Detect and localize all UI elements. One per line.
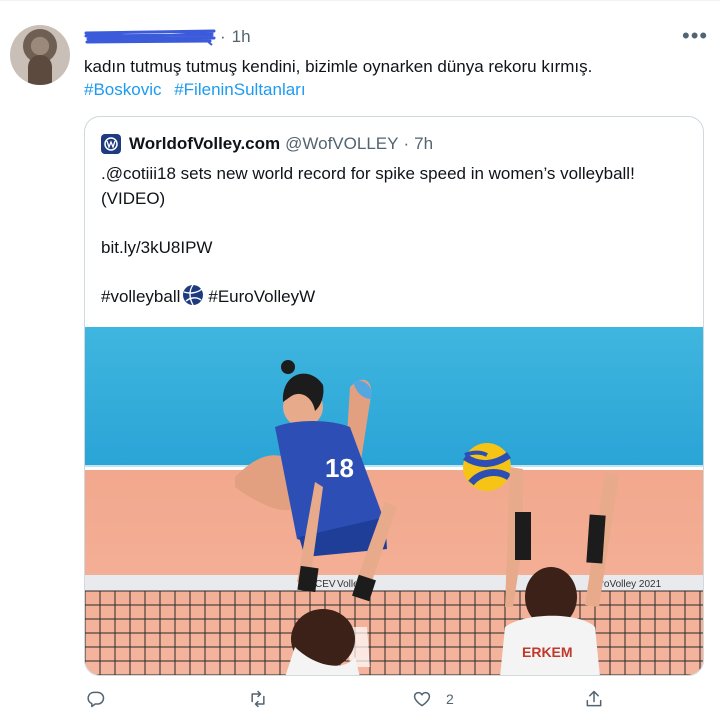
avatar[interactable] — [10, 25, 70, 85]
avatar-figure — [28, 55, 52, 85]
retweet-button[interactable] — [248, 689, 268, 709]
redaction-scribble — [84, 29, 216, 46]
share-button[interactable] — [584, 689, 604, 709]
tweet-header: · 1h — [84, 25, 251, 49]
jersey-number: 18 — [325, 453, 354, 483]
quoted-line: (VIDEO) — [101, 189, 166, 208]
reply-icon — [87, 691, 105, 708]
heart-icon — [413, 691, 431, 707]
like-count: 2 — [446, 691, 454, 707]
more-options-icon[interactable]: ••• — [682, 25, 708, 47]
tweet-text: kadın tutmuş tutmuş kendini, bizimle oyn… — [84, 57, 593, 76]
quoted-time: 7h — [414, 134, 434, 153]
share-icon — [586, 690, 602, 707]
worldofvolley-logo-icon — [101, 134, 121, 154]
arena-stripe — [85, 465, 703, 470]
tweet[interactable]: · 1h ••• kadın tutmuş tutmuş kendini, bi… — [0, 0, 720, 723]
tweet-actions: 2 — [0, 689, 720, 719]
banner-text-left: CEV — [315, 579, 336, 590]
quoted-tags: #volleyball #EuroVolleyW — [101, 284, 691, 309]
header-separator: · — [220, 27, 226, 46]
redacted-author-name[interactable] — [84, 28, 216, 46]
quoted-tweet[interactable]: WorldofVolley.com @WofVOLLEY · 7h .@coti… — [84, 116, 704, 676]
quoted-tweet-text: .@cotiii18 sets new world record for spi… — [101, 161, 691, 309]
retweet-icon — [251, 690, 265, 708]
like-button[interactable]: 2 — [412, 689, 454, 709]
hashtag-link[interactable]: #Boskovic — [84, 80, 161, 99]
jersey-name: ERKEM — [522, 644, 573, 660]
volleyball-icon — [182, 284, 204, 306]
quoted-author-name[interactable]: WorldofVolley.com — [129, 134, 280, 154]
quoted-hashtag: #volleyball — [101, 287, 181, 306]
tweet-time[interactable]: 1h — [232, 27, 251, 47]
arena-background — [85, 327, 703, 467]
tweet-hashtags: #Boskovic #FileninSultanları — [84, 78, 314, 102]
quoted-line: .@cotiii18 sets new world record for spi… — [101, 164, 635, 183]
volleyball-photo[interactable]: CEV Volley 2 uroVolley 2021 18 ERKEM — [85, 327, 704, 676]
quoted-hashtag: #EuroVolleyW — [208, 287, 316, 306]
hashtag-link[interactable]: #FileninSultanları — [174, 80, 305, 99]
volleyball-ball — [463, 443, 512, 491]
quoted-author-handle: @WofVOLLEY — [285, 134, 399, 153]
quoted-link: bit.ly/3kU8IPW — [101, 238, 213, 257]
quoted-tweet-header: WorldofVolley.com @WofVOLLEY · 7h — [101, 133, 433, 155]
reply-button[interactable] — [86, 689, 106, 709]
banner-text-right: uroVolley 2021 — [595, 579, 662, 590]
quoted-separator: · — [403, 134, 410, 153]
